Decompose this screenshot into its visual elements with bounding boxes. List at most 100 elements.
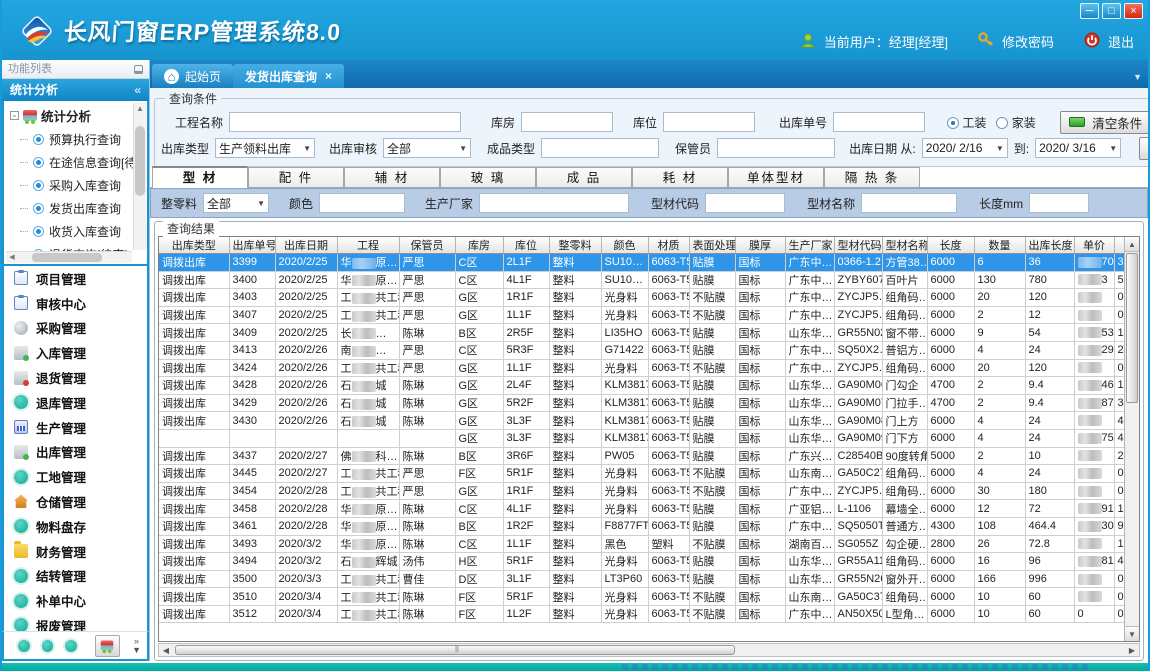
- table-row[interactable]: 调拨出库34612020/2/28华原…陈琳B区1R2F整料F8877FT606…: [159, 517, 1124, 535]
- sidebar-item-circle[interactable]: 工地管理: [4, 464, 147, 489]
- out-type-select[interactable]: 生产领料出库▼: [215, 138, 315, 158]
- table-row[interactable]: 调拨出库34582020/2/28华原…陈琳C区4L1F整料光身料6063-T5…: [159, 500, 1124, 518]
- tree-item[interactable]: 收货入库查询: [4, 220, 147, 243]
- column-header[interactable]: 单价: [1074, 237, 1114, 254]
- grid-vertical-scrollbar[interactable]: ▲ ▼: [1124, 237, 1139, 641]
- column-header[interactable]: 出库日期: [275, 237, 337, 254]
- project-name-input[interactable]: [229, 112, 461, 132]
- whole-part-select[interactable]: 全部▼: [203, 193, 269, 213]
- sidebar-item-folder[interactable]: 财务管理: [4, 539, 147, 564]
- column-header[interactable]: 生产厂家: [785, 237, 834, 254]
- sidebar-item-circle[interactable]: 结转管理: [4, 563, 147, 588]
- radio-jiazhuang[interactable]: 家装: [996, 114, 1035, 131]
- maximize-button[interactable]: □: [1102, 3, 1121, 19]
- table-row[interactable]: 调拨出库34032020/2/25工共工程严思G区1R1F整料光身料6063-T…: [159, 289, 1124, 307]
- quick-icon-3[interactable]: [65, 640, 77, 652]
- column-header[interactable]: 颜色: [601, 237, 648, 254]
- category-tab[interactable]: 耗 材: [632, 167, 728, 187]
- keeper-input[interactable]: [717, 138, 835, 158]
- tree-vertical-scrollbar[interactable]: ▲: [133, 103, 146, 250]
- sidebar-item-circle[interactable]: 报废管理: [4, 613, 147, 631]
- table-row[interactable]: 调拨出库34292020/2/26石城陈琳G区5R2F整料KLM38176063…: [159, 394, 1124, 412]
- category-tab[interactable]: 型 材: [152, 166, 248, 188]
- column-header[interactable]: 出库单号: [229, 237, 275, 254]
- quick-icon-1[interactable]: [18, 640, 30, 652]
- tab-shipment-out-query[interactable]: 发货出库查询 ×: [233, 64, 344, 88]
- color-input[interactable]: [319, 193, 405, 213]
- category-tab[interactable]: 玻 璃: [440, 167, 536, 187]
- date-to-select[interactable]: 2020/ 3/16▼: [1035, 138, 1121, 158]
- location-input[interactable]: [663, 112, 755, 132]
- hscroll-thumb[interactable]: [175, 645, 735, 655]
- sidebar-item-circle[interactable]: 物料盘存: [4, 514, 147, 539]
- sidebar-item-circle[interactable]: 退库管理: [4, 390, 147, 415]
- table-row[interactable]: 调拨出库34452020/2/27工共工程严思F区5R1F整料光身料6063-T…: [159, 465, 1124, 483]
- category-tab[interactable]: 隔 热 条: [824, 167, 920, 187]
- column-header[interactable]: 库位: [503, 237, 549, 254]
- column-header[interactable]: 整零料: [549, 237, 601, 254]
- search-button[interactable]: 查 询: [1139, 137, 1150, 160]
- table-row[interactable]: 调拨出库35122020/3/4工共工程陈琳F区1L2F整料光身料6063-T5…: [159, 605, 1124, 623]
- scroll-down-icon[interactable]: ▼: [1125, 626, 1139, 641]
- column-header[interactable]: 金: [1114, 237, 1124, 254]
- table-row[interactable]: 调拨出库34302020/2/26石城陈琳G区3L3F整料KLM38176063…: [159, 412, 1124, 430]
- table-row[interactable]: G区3L3F整料KLM38176063-T5贴膜国标山东华…GA90M09.门下…: [159, 429, 1124, 447]
- category-tab[interactable]: 成 品: [536, 167, 632, 187]
- category-tab[interactable]: 单体型材: [728, 167, 824, 187]
- sidebar-item-circle[interactable]: 补单中心: [4, 588, 147, 613]
- column-header[interactable]: 库房: [455, 237, 503, 254]
- sidebar-item-cart-red[interactable]: 退货管理: [4, 365, 147, 390]
- column-header[interactable]: 出库长度: [1025, 237, 1074, 254]
- logout-link[interactable]: 退出: [1108, 32, 1134, 51]
- scroll-right-icon[interactable]: ▶: [1125, 646, 1139, 655]
- table-row[interactable]: 调拨出库34372020/2/27佛科…陈琳B区3R6F整料PW056063-T…: [159, 447, 1124, 465]
- table-row[interactable]: 调拨出库34002020/2/25华原…严思C区4L1F整料SU10…6063-…: [159, 271, 1124, 289]
- sidebar-item-chart[interactable]: 生产管理: [4, 415, 147, 440]
- grid-horizontal-scrollbar[interactable]: ◀ ▶: [158, 643, 1140, 657]
- column-header[interactable]: 表面处理: [689, 237, 735, 254]
- sidebar-item-cart-green[interactable]: 入库管理: [4, 340, 147, 365]
- sidebar-item-home[interactable]: 仓储管理: [4, 489, 147, 514]
- order-no-input[interactable]: [833, 112, 925, 132]
- radio-gongzhuang[interactable]: 工装: [947, 114, 986, 131]
- tree-expander-icon[interactable]: -: [10, 111, 19, 120]
- column-header[interactable]: 出库类型: [159, 237, 229, 254]
- column-header[interactable]: 长度: [927, 237, 974, 254]
- collapse-panel-button[interactable]: «: [134, 79, 141, 101]
- product-type-input[interactable]: [541, 138, 659, 158]
- table-row[interactable]: 调拨出库34242020/2/26工共工程严思G区1L1F整料光身料6063-T…: [159, 359, 1124, 377]
- column-header[interactable]: 材质: [648, 237, 689, 254]
- table-row[interactable]: 调拨出库34092020/2/25长…陈琳B区2R5F整料LI35HO6063-…: [159, 324, 1124, 342]
- scroll-up-icon[interactable]: ▲: [1125, 237, 1139, 252]
- column-header[interactable]: 数量: [974, 237, 1025, 254]
- column-header[interactable]: 工程: [337, 237, 399, 254]
- tree-root-item[interactable]: - 统计分析: [4, 101, 147, 128]
- sidebar-item-clipboard[interactable]: 项目管理: [4, 266, 147, 291]
- category-tab[interactable]: 配 件: [248, 167, 344, 187]
- table-row[interactable]: 调拨出库35002020/3/3工共工程曹佳D区3L1F整料LT3P606063…: [159, 570, 1124, 588]
- manufacturer-input[interactable]: [479, 193, 629, 213]
- column-header[interactable]: 膜厚: [735, 237, 785, 254]
- tab-list-dropdown-icon[interactable]: ▼: [1133, 72, 1142, 82]
- quick-icon-2[interactable]: [42, 640, 54, 652]
- column-header[interactable]: 保管员: [399, 237, 455, 254]
- column-header[interactable]: 型材代码: [834, 237, 882, 254]
- tree-item[interactable]: 采购入库查询: [4, 174, 147, 197]
- sidebar-item-clipboard[interactable]: 审核中心: [4, 291, 147, 316]
- table-row[interactable]: 调拨出库35102020/3/4工共工程陈琳F区5R1F整料光身料6063-T5…: [159, 588, 1124, 606]
- clear-conditions-button[interactable]: 清空条件: [1060, 111, 1150, 134]
- close-button[interactable]: ×: [1124, 3, 1143, 19]
- length-input[interactable]: [1029, 193, 1089, 213]
- date-from-select[interactable]: 2020/ 2/16▼: [922, 138, 1008, 158]
- table-row[interactable]: 调拨出库33992020/2/25华原…严思C区2L1F整料SU10…6063-…: [159, 254, 1124, 272]
- pin-icon[interactable]: [134, 65, 143, 74]
- tree-item[interactable]: 在途信息查询[待: [4, 151, 147, 174]
- table-row[interactable]: 调拨出库34932020/3/2华原…陈琳C区1L1F整料黑色塑料不贴膜国标湖南…: [159, 535, 1124, 553]
- cart-quick-button[interactable]: [95, 635, 120, 657]
- tab-home[interactable]: ⌂ 起始页: [152, 64, 233, 88]
- tab-close-icon[interactable]: ×: [325, 69, 332, 83]
- scroll-left-icon[interactable]: ◀: [159, 646, 173, 655]
- table-row[interactable]: 调拨出库34072020/2/25工共工程严思G区1L1F整料光身料6063-T…: [159, 306, 1124, 324]
- table-row[interactable]: 调拨出库34132020/2/26南…严思C区5R3F整料G714226063-…: [159, 341, 1124, 359]
- warehouse-input[interactable]: [521, 112, 613, 132]
